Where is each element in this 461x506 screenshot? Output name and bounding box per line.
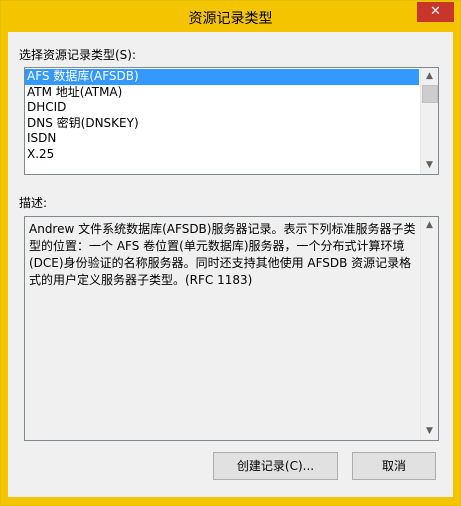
description-box[interactable]: Andrew 文件系统数据库(AFSDB)服务器记录。表示下列标准服务器子类型的… — [24, 216, 439, 441]
title-bar[interactable]: 资源记录类型 ✕ — [1, 1, 460, 32]
scrollbar-thumb[interactable] — [422, 85, 438, 103]
description-scrollbar[interactable]: ▲ ▼ — [420, 217, 438, 440]
dialog-window: 资源记录类型 ✕ 选择资源记录类型(S): AFS 数据库(AFSDB) ATM… — [0, 0, 461, 506]
scroll-up-icon[interactable]: ▲ — [421, 217, 438, 234]
list-scrollbar[interactable]: ▲ ▼ — [420, 68, 438, 174]
list-item[interactable]: DNS 密钥(DNSKEY) — [25, 116, 419, 132]
dialog-title: 资源记录类型 — [188, 11, 273, 27]
list-item[interactable]: DHCID — [25, 100, 419, 116]
list-item[interactable]: ATM 地址(ATMA) — [25, 85, 419, 101]
scroll-down-icon[interactable]: ▼ — [421, 157, 438, 174]
record-type-items: AFS 数据库(AFSDB) ATM 地址(ATMA) DHCID DNS 密钥… — [25, 69, 419, 162]
scroll-down-icon[interactable]: ▼ — [421, 423, 438, 440]
close-icon: ✕ — [430, 4, 441, 19]
list-item[interactable]: ISDN — [25, 131, 419, 147]
record-type-list[interactable]: AFS 数据库(AFSDB) ATM 地址(ATMA) DHCID DNS 密钥… — [24, 67, 439, 175]
dialog-body: 选择资源记录类型(S): AFS 数据库(AFSDB) ATM 地址(ATMA)… — [8, 32, 453, 497]
list-item[interactable]: AFS 数据库(AFSDB) — [25, 69, 419, 85]
create-record-button[interactable]: 创建记录(C)... — [213, 452, 338, 480]
scroll-up-icon[interactable]: ▲ — [421, 68, 438, 85]
select-record-type-label: 选择资源记录类型(S): — [19, 48, 137, 62]
description-label: 描述: — [19, 196, 48, 210]
list-item[interactable]: X.25 — [25, 147, 419, 163]
close-button[interactable]: ✕ — [417, 2, 454, 22]
description-text: Andrew 文件系统数据库(AFSDB)服务器记录。表示下列标准服务器子类型的… — [29, 222, 416, 287]
cancel-button[interactable]: 取消 — [352, 452, 436, 480]
